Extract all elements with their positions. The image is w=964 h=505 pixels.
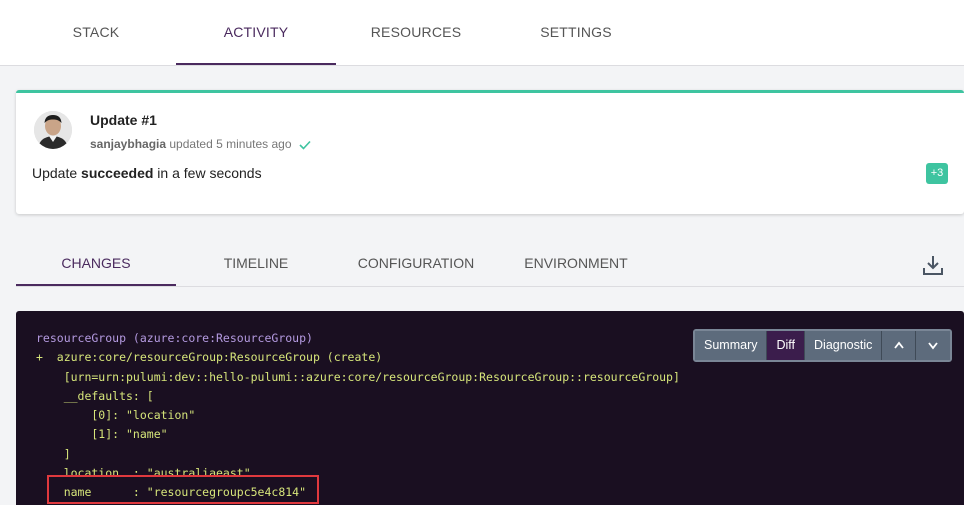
tab-stack[interactable]: STACK <box>16 0 176 65</box>
download-icon[interactable] <box>922 254 944 276</box>
top-tab-bar: STACK ACTIVITY RESOURCES SETTINGS <box>0 0 964 66</box>
view-mode-toolbar: Summary Diff Diagnostic <box>693 329 953 362</box>
update-title[interactable]: Update #1 <box>90 112 157 128</box>
update-action: updated <box>169 137 213 151</box>
success-check-icon <box>299 139 311 153</box>
avatar-image <box>34 111 72 149</box>
user-avatar[interactable] <box>34 111 72 149</box>
code-line: + azure:core/resourceGroup:ResourceGroup… <box>36 350 383 365</box>
update-time: 5 minutes ago <box>216 137 292 151</box>
code-line: [1]: "name" <box>36 427 168 442</box>
tab-activity[interactable]: ACTIVITY <box>176 0 336 65</box>
tab-configuration[interactable]: CONFIGURATION <box>336 240 496 286</box>
code-line: __defaults: [ <box>36 388 154 403</box>
tab-resources[interactable]: RESOURCES <box>336 0 496 65</box>
summary-prefix: Update <box>32 165 82 181</box>
diff-button[interactable]: Diff <box>767 331 806 360</box>
update-card: Update #1 sanjaybhagia updated 5 minutes… <box>16 90 964 214</box>
diagnostic-button[interactable]: Diagnostic <box>805 331 883 360</box>
tab-environment[interactable]: ENVIRONMENT <box>496 240 656 286</box>
tab-changes[interactable]: CHANGES <box>16 240 176 286</box>
chevron-down-icon[interactable] <box>916 331 951 360</box>
tab-timeline[interactable]: TIMELINE <box>176 240 336 286</box>
summary-status: succeeded <box>81 165 154 181</box>
summary-suffix: in a few seconds <box>153 165 262 181</box>
update-summary: Update succeeded in a few seconds <box>32 165 262 181</box>
highlight-annotation <box>47 475 319 504</box>
code-line: [urn=urn:pulumi:dev::hello-pulumi::azure… <box>36 369 680 384</box>
code-line: ] <box>36 446 71 461</box>
change-count-badge: +3 <box>926 163 948 184</box>
chevron-up-icon[interactable] <box>882 331 917 360</box>
user-name[interactable]: sanjaybhagia <box>90 137 166 151</box>
tab-settings[interactable]: SETTINGS <box>496 0 656 65</box>
code-line: [0]: "location" <box>36 408 196 423</box>
update-meta: sanjaybhagia updated 5 minutes ago <box>90 137 311 153</box>
code-line: resourceGroup (azure:core:ResourceGroup) <box>36 331 313 345</box>
changes-tab-bar: CHANGES TIMELINE CONFIGURATION ENVIRONME… <box>16 240 964 287</box>
summary-button[interactable]: Summary <box>695 331 768 360</box>
